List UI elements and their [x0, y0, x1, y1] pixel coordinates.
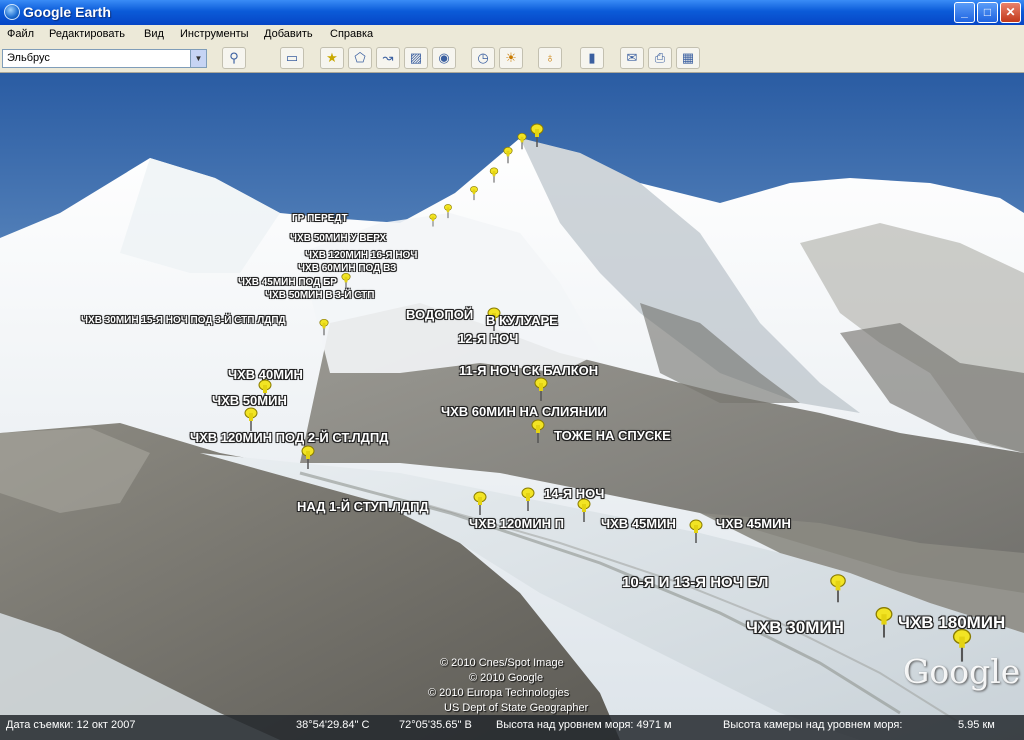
placemark-pin[interactable]: [533, 377, 549, 401]
placemark-label[interactable]: 10-Я И 13-Я НОЧ БЛ: [622, 574, 768, 591]
placemark-label[interactable]: 11-Я НОЧ СК БАЛКОН: [459, 363, 598, 378]
placemark-label[interactable]: 12-Я НОЧ: [458, 331, 518, 346]
email-icon[interactable]: ✉: [620, 47, 644, 69]
placemark-label[interactable]: НАД 1-Й СТУП.ЛДПД: [297, 499, 429, 514]
placemark-label[interactable]: ЧХВ 50МИН В 3-Й СТП: [265, 290, 374, 301]
maximize-button[interactable]: □: [977, 2, 998, 23]
placemark-label[interactable]: В КУЛУАРЕ: [486, 313, 558, 328]
longitude: 72°05'35.65" В: [399, 719, 472, 731]
placemark-label[interactable]: ЧХВ 120МИН ПОД 2-Й СТ.ЛДПД: [190, 430, 388, 445]
copyright-line: © 2010 Europa Technologies: [428, 687, 570, 699]
placemark-label[interactable]: ЧХВ 30МИН 15-Я НОЧ ПОД 3-Й СТП ЛДПД: [81, 315, 286, 326]
placemark-pin[interactable]: [243, 407, 259, 431]
window-title: Google Earth: [23, 4, 111, 20]
placemark-pin[interactable]: [688, 519, 704, 543]
placemark-pin[interactable]: [516, 132, 527, 150]
polygon-icon[interactable]: ⬠: [348, 47, 372, 69]
placemark-pin[interactable]: [502, 146, 513, 164]
placemark-label[interactable]: ЧХВ 30МИН: [746, 618, 844, 638]
menu-add[interactable]: Добавить: [264, 28, 313, 40]
placemark-label[interactable]: ЧХВ 120МИН 16-Я НОЧ: [305, 250, 417, 261]
placemark-pin[interactable]: [443, 204, 453, 219]
placemark-pin[interactable]: [530, 419, 546, 443]
image-overlay-icon[interactable]: ▨: [404, 47, 428, 69]
placemark-label[interactable]: ЧХВ 45МИН: [716, 516, 791, 531]
placemark-label[interactable]: ТОЖЕ НА СПУСКЕ: [554, 428, 671, 443]
toolbar: Эльбрус ▼ ⚲ ▭ ★ ⬠ ↝ ▨ ◉ ◷ ☀ ♁ ▮ ✉ ⎙ ▦: [0, 45, 1024, 73]
copyright-line: © 2010 Google: [469, 672, 544, 684]
placemark-icon[interactable]: ★: [320, 47, 344, 69]
path-icon[interactable]: ↝: [376, 47, 400, 69]
elevation: Высота над уровнем моря: 4971 м: [496, 719, 672, 731]
eye-altitude-label: Высота камеры над уровнем моря:: [723, 719, 903, 731]
sunlight-icon[interactable]: ☀: [499, 47, 523, 69]
menu-file[interactable]: Файл: [7, 28, 34, 40]
menu-edit[interactable]: Редактировать: [49, 28, 125, 40]
placemark-label[interactable]: ЧХВ 45МИН ПОД БР: [238, 277, 337, 288]
close-button[interactable]: ✕: [1000, 2, 1021, 23]
earth-viewport[interactable]: ГР ПЕРЕДТ ЧХВ 50МИН У ВЕРХ ЧХВ 120МИН 16…: [0, 73, 1024, 740]
status-bar: Дата съемки: 12 окт 2007 38°54'29.84" С …: [0, 715, 1024, 740]
search-icon[interactable]: ⚲: [222, 47, 246, 69]
placemark-pin[interactable]: [472, 491, 488, 515]
placemark-label[interactable]: ЧХВ 60МИН НА СЛИЯНИИ: [441, 404, 607, 419]
placemark-label[interactable]: 14-Я НОЧ: [544, 486, 604, 501]
placemark-pin[interactable]: [828, 574, 847, 603]
google-logo: Google: [903, 652, 1021, 691]
historical-imagery-icon[interactable]: ◷: [471, 47, 495, 69]
record-tour-icon[interactable]: ◉: [432, 47, 456, 69]
placemark-pin[interactable]: [576, 498, 592, 522]
menu-tools[interactable]: Инструменты: [180, 28, 249, 40]
placemark-pin[interactable]: [340, 272, 351, 290]
placemark-label[interactable]: ЧХВ 45МИН: [601, 516, 676, 531]
menu-view[interactable]: Вид: [144, 28, 164, 40]
print-icon[interactable]: ⎙: [648, 47, 672, 69]
sidebar-toggle-icon[interactable]: ▭: [280, 47, 304, 69]
placemark-pin[interactable]: [874, 606, 895, 638]
placemark-pin[interactable]: [318, 318, 329, 336]
minimize-button[interactable]: _: [954, 2, 975, 23]
eye-altitude-value: 5.95 км: [958, 719, 995, 731]
placemark-label[interactable]: ГР ПЕРЕДТ: [292, 213, 348, 224]
placemark-label[interactable]: ЧХВ 50МИН У ВЕРХ: [290, 233, 386, 244]
view-in-maps-icon[interactable]: ▦: [676, 47, 700, 69]
placemark-label[interactable]: ЧХВ 50МИН: [212, 393, 287, 408]
placemark-pin[interactable]: [529, 123, 545, 147]
placemark-pin[interactable]: [300, 445, 316, 469]
menu-bar: Файл Редактировать Вид Инструменты Добав…: [0, 25, 1024, 45]
google-earth-icon: [4, 4, 20, 20]
copyright-line: © 2010 Cnes/Spot Image: [440, 657, 564, 669]
planets-icon[interactable]: ♁: [538, 47, 562, 69]
ruler-icon[interactable]: ▮: [580, 47, 604, 69]
placemark-pin[interactable]: [469, 186, 479, 201]
search-input[interactable]: Эльбрус ▼: [2, 49, 207, 68]
menu-help[interactable]: Справка: [330, 28, 373, 40]
chevron-down-icon[interactable]: ▼: [190, 50, 206, 67]
placemark-label[interactable]: ВОДОПОЙ: [406, 307, 473, 322]
placemark-pin[interactable]: [489, 167, 499, 183]
placemark-pin[interactable]: [429, 213, 438, 227]
search-value: Эльбрус: [7, 52, 50, 64]
copyright-line: US Dept of State Geographer: [444, 702, 589, 714]
placemark-pin[interactable]: [520, 487, 536, 511]
imagery-date: Дата съемки: 12 окт 2007: [6, 719, 136, 731]
latitude: 38°54'29.84" С: [296, 719, 370, 731]
title-bar: Google Earth _ □ ✕: [0, 0, 1024, 25]
placemark-label[interactable]: ЧХВ 120МИН П: [469, 516, 564, 531]
